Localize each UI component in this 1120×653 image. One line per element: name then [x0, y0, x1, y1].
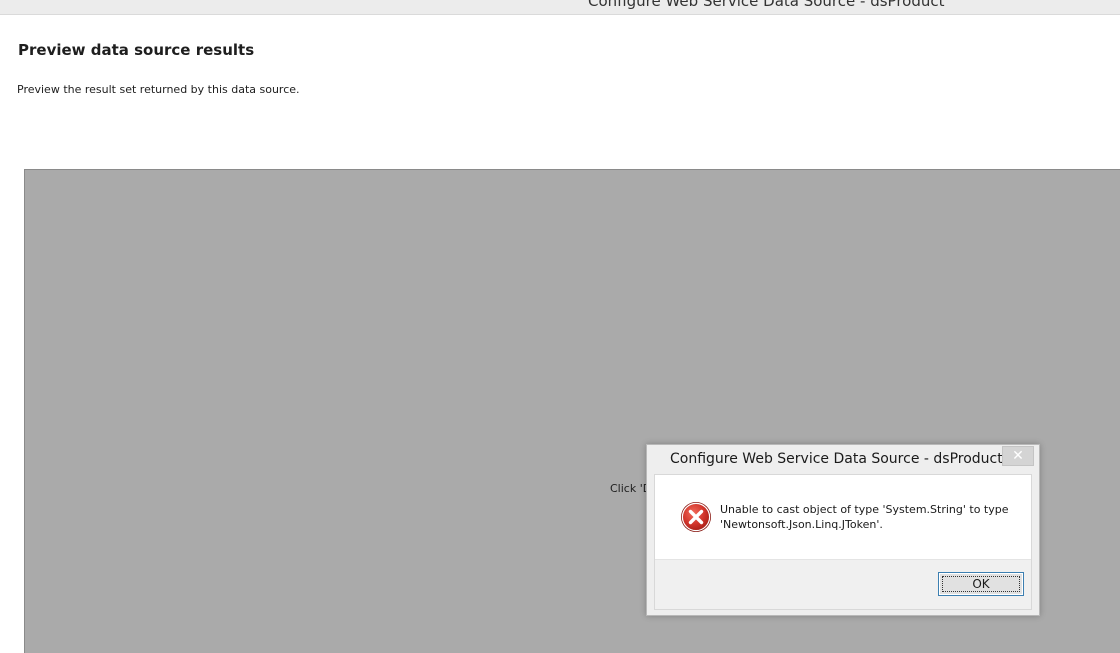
error-dialog: Configure Web Service Data Source - dsPr… [646, 444, 1040, 616]
error-message-line-1: Unable to cast object of type 'System.St… [720, 503, 1009, 516]
close-icon: ✕ [1012, 448, 1024, 464]
window-titlebar: Configure Web Service Data Source - dsPr… [0, 0, 1120, 15]
page-title: Preview data source results [18, 41, 255, 59]
close-button[interactable]: ✕ [1002, 446, 1034, 466]
dialog-title: Configure Web Service Data Source - dsPr… [670, 451, 1003, 467]
dialog-content: Unable to cast object of type 'System.St… [654, 474, 1032, 610]
ok-button[interactable]: OK [938, 572, 1024, 596]
dialog-body: Unable to cast object of type 'System.St… [655, 475, 1031, 559]
error-message-line-2: 'Newtonsoft.Json.Linq.JToken'. [720, 518, 883, 531]
window-title: Configure Web Service Data Source - dsPr… [588, 0, 945, 10]
dialog-footer: OK [655, 559, 1031, 609]
error-message: Unable to cast object of type 'System.St… [720, 502, 1020, 532]
page-description: Preview the result set returned by this … [17, 83, 300, 96]
error-icon [681, 502, 711, 532]
focus-ring [942, 576, 1020, 592]
